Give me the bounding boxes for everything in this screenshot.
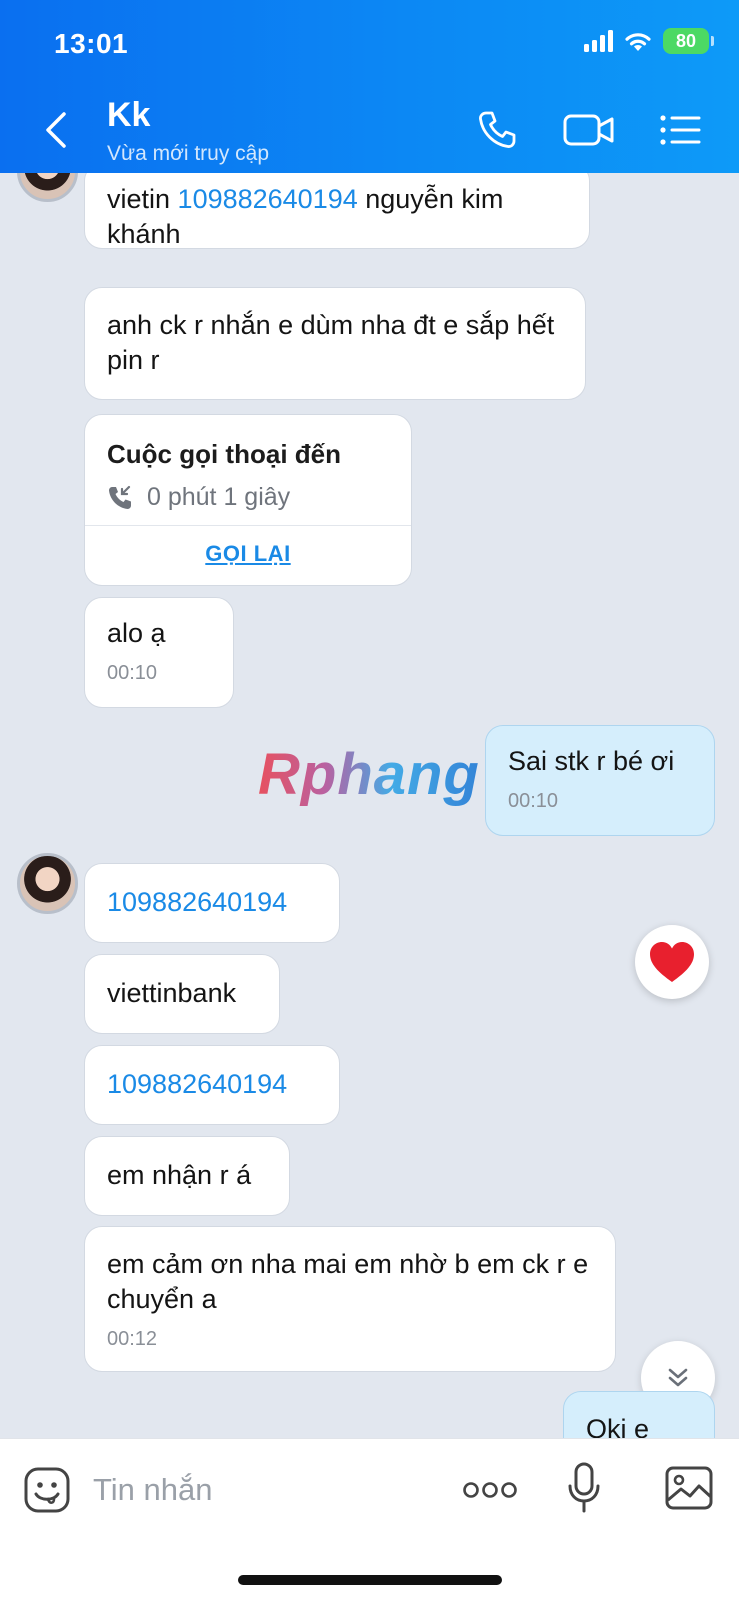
watermark-logo: Rphang [258,742,480,807]
message-text: em nhận r á [107,1160,252,1190]
account-number-link[interactable]: 109882640194 [107,887,287,917]
message-time: 00:12 [107,1328,158,1350]
wifi-icon [625,33,651,51]
message-bubble[interactable]: anh ck r nhắn e dùm nha đt e sắp hết pin… [84,287,586,400]
battery-level: 80 [675,30,697,51]
message-bubble[interactable]: 109882640194 [84,1045,340,1125]
message-composer [0,1438,739,1600]
account-number-link[interactable]: 109882640194 [107,1069,287,1099]
video-call-button[interactable] [563,108,615,152]
message-text: anh ck r nhắn e dùm nha đt e sắp hết pin… [107,310,555,375]
contact-name[interactable]: Kk [107,96,150,135]
call-log-card[interactable]: Cuộc gọi thoại đến 0 phút 1 giây GỌI LẠI [84,414,412,586]
message-text: vietin [107,184,178,214]
chevron-left-icon [46,112,66,148]
more-dots-icon [463,1482,517,1498]
photo-picker-button[interactable] [664,1465,714,1511]
reaction-button[interactable] [635,925,709,999]
home-indicator [238,1575,502,1585]
message-text: alo ạ [107,618,166,648]
battery-indicator: 80 [663,28,714,54]
divider [85,525,411,526]
contact-status: Vừa mới truy cập [107,142,270,165]
contact-avatar[interactable] [17,173,78,202]
contact-avatar[interactable] [17,853,78,914]
heart-icon [650,942,694,982]
message-bubble[interactable]: viettinbank [84,954,280,1034]
message-input[interactable] [93,1465,433,1515]
message-text: viettinbank [107,978,237,1008]
call-duration: 0 phút 1 giây [147,483,291,511]
call-back-button[interactable]: GỌI LẠI [85,541,411,567]
call-title: Cuộc gọi thoại đến [107,439,341,469]
video-camera-icon [563,114,614,146]
chat-menu-button[interactable] [659,108,701,152]
status-icons: 80 [584,28,714,54]
phone-icon [479,111,516,148]
cellular-signal-icon [584,30,613,52]
message-bubble[interactable]: alo ạ 00:10 [84,597,234,708]
sent-message-bubble[interactable]: Sai stk r bé ơi 00:10 [485,725,715,836]
message-bubble[interactable]: 109882640194 [84,863,340,943]
sticker-icon [24,1467,70,1513]
sent-message-bubble[interactable]: Oki e [563,1391,715,1438]
message-bubble[interactable]: em nhận r á [84,1136,290,1216]
message-list[interactable]: vietin 109882640194 nguyễn kim khánh anh… [0,173,739,1438]
list-menu-icon [660,115,701,145]
call-duration-row: 0 phút 1 giây [107,483,290,512]
voice-call-button[interactable] [474,108,520,152]
incoming-call-icon [109,485,131,509]
chat-header: 13:01 80 Kk Vừa mới truy cập [0,0,739,173]
message-time: 00:10 [107,662,158,684]
message-text: Oki e [586,1414,650,1438]
message-text: em cảm ơn nha mai em nhờ b em ck r e chu… [107,1249,589,1314]
message-time: 00:10 [508,790,559,812]
sticker-button[interactable] [22,1465,72,1515]
back-button[interactable] [40,110,74,150]
double-chevron-down-icon [668,1368,688,1387]
message-text: Sai stk r bé ơi [508,746,675,776]
account-number-link[interactable]: 109882640194 [178,184,358,214]
microphone-icon [568,1462,600,1513]
message-bubble[interactable]: em cảm ơn nha mai em nhờ b em ck r e chu… [84,1226,616,1372]
message-bubble[interactable]: vietin 109882640194 nguyễn kim khánh [84,173,590,249]
status-time: 13:01 [54,28,129,59]
image-gallery-icon [665,1466,713,1510]
more-options-button[interactable] [462,1473,518,1507]
voice-message-button[interactable] [566,1461,602,1515]
